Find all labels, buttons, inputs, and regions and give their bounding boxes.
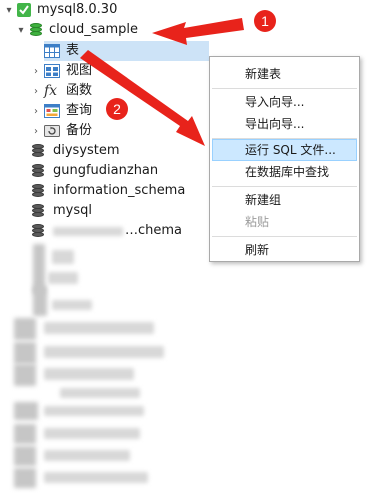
obscured-text [53,226,123,236]
database-label: information_schema [53,183,186,198]
chevron-right-icon[interactable]: › [31,86,41,97]
tree-item-database[interactable]: …chema [32,221,182,241]
tree-item-connection[interactable]: mysql8.0.30 [16,0,117,20]
menu-item-find-in-database[interactable]: 在数据库中查找 [212,161,357,183]
chevron-down-icon[interactable]: ▾ [16,25,26,36]
tree-item-label: 备份 [66,123,93,138]
tree-item-backups[interactable]: 备份 [44,121,92,141]
database-icon [32,204,44,218]
tree-item-label: 表 [66,43,80,58]
chevron-right-icon[interactable]: › [31,66,41,77]
tree-item-label: 函数 [66,83,93,98]
annotation-badge-1: 1 [254,10,276,32]
annotation-badge-2: 2 [106,98,128,120]
tree-item-label: 视图 [66,63,93,78]
database-label: mysql [53,203,92,218]
tree-item-functions[interactable]: fx 函数 [44,81,92,101]
backup-icon [44,125,60,137]
database-icon [32,184,44,198]
database-icon [30,23,42,37]
tree-item-database-cloud-sample[interactable]: cloud_sample [30,20,138,40]
menu-separator [212,236,357,237]
tree-item-tables[interactable]: 表 [44,41,209,61]
query-icon [44,104,60,118]
menu-item-run-sql-file[interactable]: 运行 SQL 文件... [212,139,357,161]
database-icon [32,224,44,238]
context-menu: 新建表 导入向导... 导出向导... 运行 SQL 文件... 在数据库中查找… [209,56,360,262]
database-label: gungfudianzhan [53,163,159,178]
tree-item-database[interactable]: mysql [32,201,92,221]
chevron-right-icon[interactable]: › [31,106,41,117]
tree-item-queries[interactable]: 查询 [44,101,92,121]
menu-item-paste: 粘贴 [245,215,270,229]
menu-separator [212,88,357,89]
tree-item-label: 查询 [66,103,93,118]
database-label: cloud_sample [49,22,138,37]
menu-item-import-wizard[interactable]: 导入向导... [212,91,357,113]
chevron-right-icon[interactable]: › [31,126,41,137]
menu-item-export-wizard[interactable]: 导出向导... [212,113,357,135]
menu-item-new-table[interactable]: 新建表 [212,63,357,85]
tree-item-views[interactable]: 视图 [44,61,92,81]
function-icon: fx [44,83,58,99]
connection-label: mysql8.0.30 [37,2,118,17]
view-icon [44,64,60,78]
database-icon [32,144,44,158]
table-icon [44,44,60,58]
chevron-down-icon[interactable]: ▾ [4,5,14,16]
connection-icon [17,3,31,17]
database-icon [32,164,44,178]
menu-item-new-group[interactable]: 新建组 [212,189,357,211]
tree-item-database[interactable]: information_schema [32,181,185,201]
database-label: …chema [125,223,183,238]
menu-item-refresh[interactable]: 刷新 [212,239,357,261]
menu-separator [212,186,357,187]
tree-item-database[interactable]: gungfudianzhan [32,161,158,181]
tree-item-database[interactable]: diysystem [32,141,120,161]
database-label: diysystem [53,143,120,158]
